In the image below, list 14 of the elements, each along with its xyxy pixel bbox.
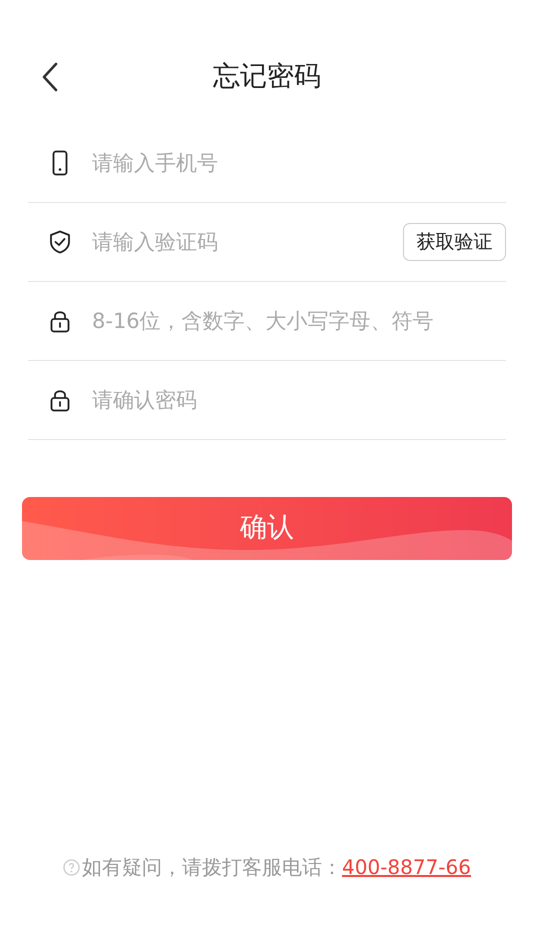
lock-icon <box>50 388 70 412</box>
lock-icon <box>50 309 70 333</box>
shield-icon <box>49 230 71 254</box>
input-field[interactable]: 请确认密码 <box>92 380 506 420</box>
phone-link[interactable]: 400-8877-66 <box>342 852 471 882</box>
input-field[interactable]: 8-16位，含数字、大小写字母、符号 <box>92 301 506 341</box>
help-icon <box>63 858 80 876</box>
phone-icon <box>52 150 68 176</box>
input-field[interactable]: 请输入验证码 <box>92 222 403 262</box>
help-text: 如有疑问，请拨打客服电话： <box>82 854 342 881</box>
page-title: 忘记密码 <box>213 60 321 94</box>
confirm-button[interactable]: 确认 <box>22 497 512 560</box>
input-field[interactable]: 请输入手机号 <box>92 143 506 183</box>
get-code-button[interactable]: 获取验证 <box>403 223 506 261</box>
